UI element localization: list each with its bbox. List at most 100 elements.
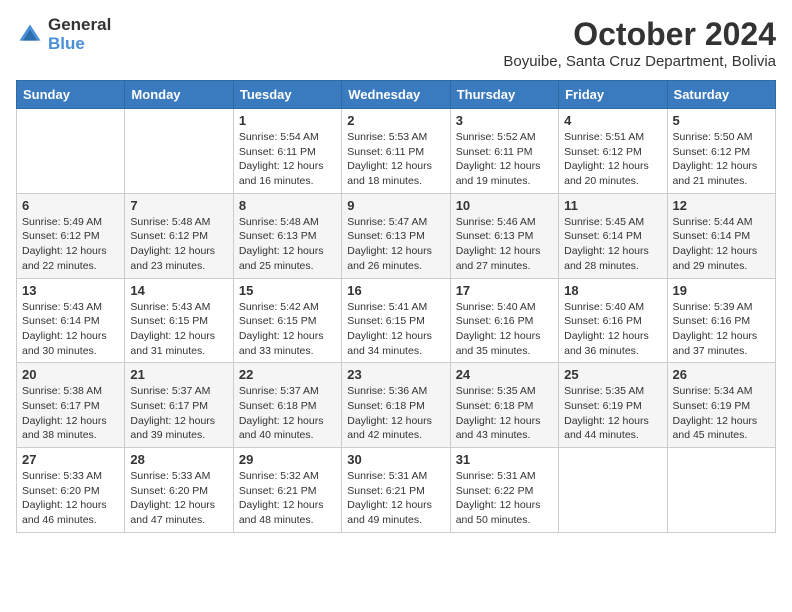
calendar-cell: 12 Sunrise: 5:44 AM Sunset: 6:14 PM Dayli… <box>667 193 775 278</box>
day-info: Sunrise: 5:53 AM Sunset: 6:11 PM Dayligh… <box>347 130 444 189</box>
day-number: 15 <box>239 283 336 298</box>
calendar-cell: 15 Sunrise: 5:42 AM Sunset: 6:15 PM Dayli… <box>233 278 341 363</box>
day-number: 11 <box>564 198 661 213</box>
calendar-week-row: 20 Sunrise: 5:38 AM Sunset: 6:17 PM Dayli… <box>17 363 776 448</box>
calendar-cell: 23 Sunrise: 5:36 AM Sunset: 6:18 PM Dayli… <box>342 363 450 448</box>
day-number: 29 <box>239 452 336 467</box>
day-info: Sunrise: 5:52 AM Sunset: 6:11 PM Dayligh… <box>456 130 553 189</box>
day-info: Sunrise: 5:39 AM Sunset: 6:16 PM Dayligh… <box>673 300 770 359</box>
calendar-cell: 16 Sunrise: 5:41 AM Sunset: 6:15 PM Dayli… <box>342 278 450 363</box>
calendar-week-row: 6 Sunrise: 5:49 AM Sunset: 6:12 PM Daylig… <box>17 193 776 278</box>
calendar-cell: 13 Sunrise: 5:43 AM Sunset: 6:14 PM Dayli… <box>17 278 125 363</box>
weekday-header: Thursday <box>450 81 558 109</box>
day-info: Sunrise: 5:37 AM Sunset: 6:18 PM Dayligh… <box>239 384 336 443</box>
day-number: 12 <box>673 198 770 213</box>
day-info: Sunrise: 5:49 AM Sunset: 6:12 PM Dayligh… <box>22 215 119 274</box>
calendar-cell <box>125 109 233 194</box>
day-number: 13 <box>22 283 119 298</box>
location-title: Boyuibe, Santa Cruz Department, Bolivia <box>503 53 776 70</box>
weekday-header: Saturday <box>667 81 775 109</box>
day-number: 18 <box>564 283 661 298</box>
calendar-cell: 29 Sunrise: 5:32 AM Sunset: 6:21 PM Dayli… <box>233 448 341 533</box>
day-info: Sunrise: 5:42 AM Sunset: 6:15 PM Dayligh… <box>239 300 336 359</box>
calendar-cell: 27Sunrise: 5:33 AM Sunset: 6:20 PM Dayli… <box>17 448 125 533</box>
day-number: 1 <box>239 113 336 128</box>
calendar-cell: 2Sunrise: 5:53 AM Sunset: 6:11 PM Daylig… <box>342 109 450 194</box>
logo-blue: Blue <box>48 35 111 54</box>
day-info: Sunrise: 5:35 AM Sunset: 6:18 PM Dayligh… <box>456 384 553 443</box>
calendar-cell: 4 Sunrise: 5:51 AM Sunset: 6:12 PM Daylig… <box>559 109 667 194</box>
day-number: 16 <box>347 283 444 298</box>
day-number: 4 <box>564 113 661 128</box>
calendar-cell: 7 Sunrise: 5:48 AM Sunset: 6:12 PM Daylig… <box>125 193 233 278</box>
title-area: October 2024 Boyuibe, Santa Cruz Departm… <box>503 16 776 70</box>
day-info: Sunrise: 5:44 AM Sunset: 6:14 PM Dayligh… <box>673 215 770 274</box>
day-info: Sunrise: 5:43 AM Sunset: 6:15 PM Dayligh… <box>130 300 227 359</box>
weekday-header: Monday <box>125 81 233 109</box>
day-number: 7 <box>130 198 227 213</box>
logo-icon <box>16 21 44 49</box>
day-info: Sunrise: 5:37 AM Sunset: 6:17 PM Dayligh… <box>130 384 227 443</box>
day-info: Sunrise: 5:40 AM Sunset: 6:16 PM Dayligh… <box>564 300 661 359</box>
weekday-header: Friday <box>559 81 667 109</box>
day-info: Sunrise: 5:45 AM Sunset: 6:14 PM Dayligh… <box>564 215 661 274</box>
day-number: 27 <box>22 452 119 467</box>
day-info: Sunrise: 5:40 AM Sunset: 6:16 PM Dayligh… <box>456 300 553 359</box>
day-number: 23 <box>347 367 444 382</box>
day-info: Sunrise: 5:54 AM Sunset: 6:11 PM Dayligh… <box>239 130 336 189</box>
day-info: Sunrise: 5:31 AM Sunset: 6:22 PM Dayligh… <box>456 469 553 528</box>
calendar-cell: 24Sunrise: 5:35 AM Sunset: 6:18 PM Dayli… <box>450 363 558 448</box>
calendar-cell: 1 Sunrise: 5:54 AM Sunset: 6:11 PM Daylig… <box>233 109 341 194</box>
day-info: Sunrise: 5:33 AM Sunset: 6:20 PM Dayligh… <box>130 469 227 528</box>
day-info: Sunrise: 5:47 AM Sunset: 6:13 PM Dayligh… <box>347 215 444 274</box>
day-info: Sunrise: 5:35 AM Sunset: 6:19 PM Dayligh… <box>564 384 661 443</box>
calendar-cell: 9 Sunrise: 5:47 AM Sunset: 6:13 PM Daylig… <box>342 193 450 278</box>
day-info: Sunrise: 5:31 AM Sunset: 6:21 PM Dayligh… <box>347 469 444 528</box>
calendar-cell: 26Sunrise: 5:34 AM Sunset: 6:19 PM Dayli… <box>667 363 775 448</box>
calendar-week-row: 13 Sunrise: 5:43 AM Sunset: 6:14 PM Dayli… <box>17 278 776 363</box>
day-info: Sunrise: 5:41 AM Sunset: 6:15 PM Dayligh… <box>347 300 444 359</box>
calendar-cell <box>667 448 775 533</box>
calendar-table: SundayMondayTuesdayWednesdayThursdayFrid… <box>16 80 776 533</box>
calendar-cell: 20 Sunrise: 5:38 AM Sunset: 6:17 PM Dayli… <box>17 363 125 448</box>
calendar-cell: 3Sunrise: 5:52 AM Sunset: 6:11 PM Daylig… <box>450 109 558 194</box>
header: General Blue October 2024 Boyuibe, Santa… <box>16 16 776 70</box>
day-info: Sunrise: 5:48 AM Sunset: 6:13 PM Dayligh… <box>239 215 336 274</box>
day-number: 26 <box>673 367 770 382</box>
calendar-cell: 31Sunrise: 5:31 AM Sunset: 6:22 PM Dayli… <box>450 448 558 533</box>
day-info: Sunrise: 5:51 AM Sunset: 6:12 PM Dayligh… <box>564 130 661 189</box>
calendar-cell: 21Sunrise: 5:37 AM Sunset: 6:17 PM Dayli… <box>125 363 233 448</box>
calendar-week-row: 27 Sunrise: 5:33 AM Sunset: 6:20 PM Dayli… <box>17 448 776 533</box>
weekday-header: Wednesday <box>342 81 450 109</box>
day-number: 9 <box>347 198 444 213</box>
day-number: 10 <box>456 198 553 213</box>
calendar-cell: 5Sunrise: 5:50 AM Sunset: 6:12 PM Daylig… <box>667 109 775 194</box>
calendar-cell: 10 Sunrise: 5:46 AM Sunset: 6:13 PM Dayli… <box>450 193 558 278</box>
day-info: Sunrise: 5:36 AM Sunset: 6:18 PM Dayligh… <box>347 384 444 443</box>
day-info: Sunrise: 5:38 AM Sunset: 6:17 PM Dayligh… <box>22 384 119 443</box>
day-number: 6 <box>22 198 119 213</box>
logo: General Blue <box>16 16 111 53</box>
calendar-cell: 25 Sunrise: 5:35 AM Sunset: 6:19 PM Dayli… <box>559 363 667 448</box>
day-number: 20 <box>22 367 119 382</box>
calendar-cell: 14Sunrise: 5:43 AM Sunset: 6:15 PM Dayli… <box>125 278 233 363</box>
calendar-cell: 22Sunrise: 5:37 AM Sunset: 6:18 PM Dayli… <box>233 363 341 448</box>
day-info: Sunrise: 5:43 AM Sunset: 6:14 PM Dayligh… <box>22 300 119 359</box>
day-info: Sunrise: 5:50 AM Sunset: 6:12 PM Dayligh… <box>673 130 770 189</box>
calendar-cell <box>559 448 667 533</box>
day-number: 19 <box>673 283 770 298</box>
logo-general: General <box>48 16 111 35</box>
day-info: Sunrise: 5:32 AM Sunset: 6:21 PM Dayligh… <box>239 469 336 528</box>
month-title: October 2024 <box>503 16 776 53</box>
weekday-header-row: SundayMondayTuesdayWednesdayThursdayFrid… <box>17 81 776 109</box>
calendar-cell: 30 Sunrise: 5:31 AM Sunset: 6:21 PM Dayli… <box>342 448 450 533</box>
day-info: Sunrise: 5:48 AM Sunset: 6:12 PM Dayligh… <box>130 215 227 274</box>
calendar-cell: 28Sunrise: 5:33 AM Sunset: 6:20 PM Dayli… <box>125 448 233 533</box>
day-number: 25 <box>564 367 661 382</box>
day-info: Sunrise: 5:46 AM Sunset: 6:13 PM Dayligh… <box>456 215 553 274</box>
calendar-cell: 11 Sunrise: 5:45 AM Sunset: 6:14 PM Dayli… <box>559 193 667 278</box>
day-number: 17 <box>456 283 553 298</box>
calendar-cell: 8Sunrise: 5:48 AM Sunset: 6:13 PM Daylig… <box>233 193 341 278</box>
calendar-cell: 17 Sunrise: 5:40 AM Sunset: 6:16 PM Dayli… <box>450 278 558 363</box>
day-number: 30 <box>347 452 444 467</box>
